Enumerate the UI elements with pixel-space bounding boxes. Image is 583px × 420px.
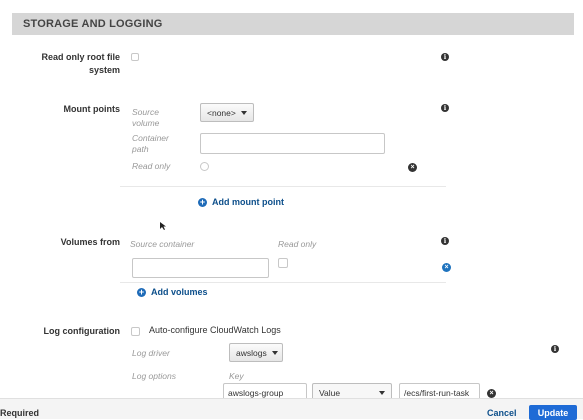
log-driver-dropdown[interactable]: awslogs [229,343,283,362]
plus-circle-icon: + [198,196,207,207]
plus-circle-icon: + [137,286,146,297]
caret-down-icon [240,110,247,115]
divider [120,186,446,187]
source-container-header: Source container [130,239,195,249]
autoconfigure-cloudwatch-label: Auto-configure CloudWatch Logs [149,325,281,335]
required-note: * Required [0,408,40,418]
add-mount-point-button[interactable]: + Add mount point [198,197,284,207]
mount-read-only-toggle[interactable] [200,162,209,171]
add-volumes-button[interactable]: + Add volumes [137,287,208,297]
info-icon[interactable]: i [441,53,449,61]
remove-mount-point-icon[interactable]: × [408,163,417,172]
section-header: STORAGE AND LOGGING [12,13,574,35]
remove-volume-icon[interactable]: × [442,263,451,272]
source-container-input[interactable] [132,258,269,278]
read-only-root-checkbox[interactable] [131,53,139,61]
log-configuration-label: Log configuration [43,326,121,336]
caret-down-icon [379,391,385,395]
info-icon[interactable]: i [441,237,449,245]
source-volume-dropdown[interactable]: <none> [200,103,254,122]
mouse-cursor-icon [160,222,166,230]
read-only-root-label: Read only root file system [41,52,120,75]
cancel-button[interactable]: Cancel [487,408,517,418]
caret-down-icon [271,350,278,355]
autoconfigure-cloudwatch-checkbox[interactable] [131,327,140,336]
log-option-type-value: Value [319,388,341,398]
mount-read-only-label: Read only [132,161,171,171]
volumes-read-only-checkbox[interactable] [278,258,288,268]
log-driver-value: awslogs [236,347,267,358]
volumes-from-label: Volumes from [60,237,120,247]
container-path-label: Container path [132,133,169,154]
container-path-input[interactable] [200,133,385,154]
volumes-read-only-header: Read only [278,239,317,249]
info-icon[interactable]: i [441,104,449,112]
source-volume-label: Source volume [132,107,160,128]
key-header: Key [229,371,244,381]
section-title: STORAGE AND LOGGING [23,18,163,30]
log-options-label: Log options [132,371,176,381]
source-volume-value: <none> [207,107,236,118]
info-icon[interactable]: i [551,345,559,353]
mount-points-label: Mount points [63,104,120,114]
log-driver-label: Log driver [132,348,170,358]
remove-log-option-icon[interactable]: × [487,389,496,398]
divider [120,282,446,283]
